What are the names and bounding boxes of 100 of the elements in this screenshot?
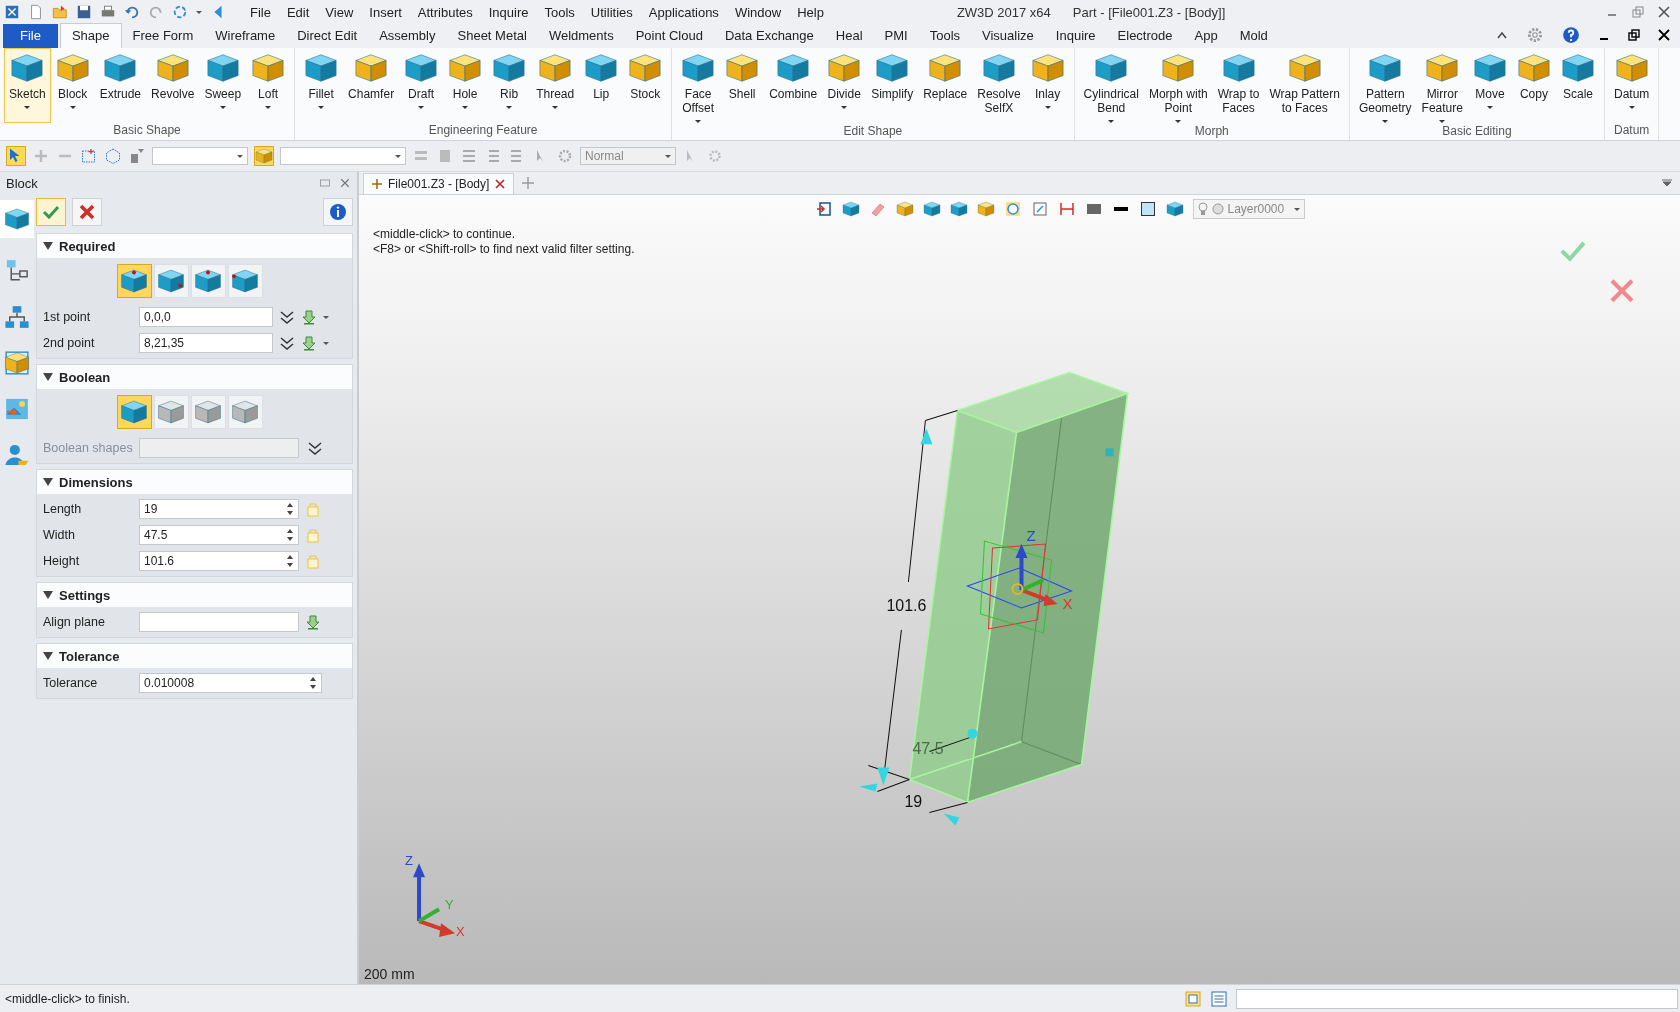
ribbon-button[interactable]: Pattern Geometry [1353,48,1417,124]
ribbon-button[interactable]: Wrap to Faces [1212,48,1265,124]
mode-option[interactable] [153,395,189,429]
mode-option[interactable] [190,395,226,429]
ribbon-tab[interactable]: PMI [873,24,919,48]
ribbon-button[interactable]: Resolve SelfX [972,48,1026,124]
spinner-icon[interactable] [286,502,294,516]
ribbon-button[interactable]: Wrap Pattern to Faces [1264,48,1345,124]
ribbon-tab[interactable]: Wireframe [204,24,287,48]
new-tab-icon[interactable] [522,177,535,189]
app-logo-icon[interactable] [4,4,20,20]
ribbon-button[interactable]: Mirror Feature [1416,48,1468,124]
ribbon-tab[interactable]: Sheet Metal [446,24,538,48]
new-file-icon[interactable] [28,4,44,20]
ribbon-button[interactable]: Extrude [94,48,147,123]
menu-item[interactable]: View [317,4,362,20]
number-input[interactable]: 0.010008 [139,673,322,693]
ribbon-button[interactable]: Inlay [1025,48,1070,124]
ribbon-button[interactable]: Datum [1608,48,1655,123]
caret-icon[interactable] [196,10,202,14]
double-chevron-icon[interactable] [279,335,295,351]
ribbon-button[interactable]: Face Offset [676,48,721,124]
view-cube-icon[interactable] [841,200,860,218]
menu-item[interactable]: Insert [361,4,410,20]
point-input[interactable]: 8,21,35 [139,333,273,353]
section-header[interactable]: Dimensions [37,470,352,494]
layout-icon[interactable] [1184,989,1202,1008]
ribbon-button[interactable]: Stock [623,48,668,123]
ribbon-button[interactable]: Lip [579,48,624,123]
spinner-icon[interactable] [309,676,317,690]
ribbon-tab[interactable]: Heal [824,24,874,48]
section-header[interactable]: Settings [37,583,352,607]
ribbon-button[interactable]: Divide [822,48,867,124]
user-icon[interactable] [4,442,30,468]
fit-icon[interactable] [1030,200,1049,218]
ribbon-tab[interactable]: Visualize [971,24,1045,48]
menu-item[interactable]: Inquire [480,4,537,20]
ribbon-button[interactable]: Copy [1511,48,1556,124]
select-input[interactable] [139,438,299,458]
collapse-icon[interactable] [1496,29,1508,41]
redo-icon[interactable] [148,4,164,20]
ribbon-tab[interactable]: Electrode [1106,24,1184,48]
ribbon-button[interactable]: Shell [720,48,765,124]
section-icon[interactable] [1057,200,1076,218]
exit-icon[interactable] [814,200,833,218]
ribbon-button[interactable]: Scale [1555,48,1600,124]
ribbon-button[interactable]: Thread [531,48,580,123]
select-pointer-icon[interactable] [6,146,26,166]
undo-icon[interactable] [124,4,140,20]
list-view-icon[interactable] [1210,989,1228,1008]
pick-face-icon[interactable] [254,146,274,166]
pick-point-icon[interactable] [301,309,317,325]
menu-item[interactable]: Applications [640,4,727,20]
menu-item[interactable]: File [242,4,279,20]
restore-icon[interactable] [1628,29,1640,41]
settings-icon[interactable] [1526,26,1544,44]
image-icon[interactable] [4,396,30,422]
close-icon[interactable] [1658,29,1670,41]
ribbon-tab[interactable]: Point Cloud [624,24,714,48]
menu-item[interactable]: Edit [278,4,318,20]
ok-button[interactable] [36,198,66,226]
cube-icon[interactable] [895,200,914,218]
ribbon-button[interactable]: Fillet [299,48,344,123]
cube-icon[interactable] [949,200,968,218]
check-icon[interactable] [1560,241,1586,262]
ribbon-tab[interactable]: Data Exchange [713,24,825,48]
ribbon-button[interactable]: Loft [246,48,291,123]
ribbon-tab[interactable]: App [1183,24,1229,48]
ribbon-button[interactable]: Revolve [146,48,200,123]
mode-option[interactable] [153,264,189,298]
cancel-button[interactable] [72,198,102,226]
hierarchy-icon[interactable] [4,304,30,330]
info-button[interactable] [323,198,353,226]
mode-option[interactable] [116,395,152,429]
double-chevron-icon[interactable] [279,309,295,325]
polygon-select-icon[interactable] [104,147,122,165]
ribbon-button[interactable]: Move [1467,48,1512,124]
ribbon-button[interactable]: Cylindrical Bend [1078,48,1144,124]
tab-menu-icon[interactable] [1662,179,1672,187]
ribbon-tab[interactable]: Shape [59,23,122,48]
close-icon[interactable] [1658,6,1670,18]
ribbon-button[interactable]: Simplify [866,48,919,124]
ribbon-tab[interactable]: Weldments [537,24,625,48]
spinner-icon[interactable] [286,554,294,568]
refresh-icon[interactable] [172,4,188,20]
pick-point-icon[interactable] [301,335,317,351]
ribbon-tab[interactable]: Assembly [368,24,447,48]
ribbon-tab[interactable]: Tools [918,24,972,48]
ribbon-tab[interactable]: Inquire [1044,24,1107,48]
section-header[interactable]: Boolean [37,365,352,389]
section-header[interactable]: Required [37,234,352,258]
plane-input[interactable] [139,612,299,632]
mode-option[interactable] [116,264,152,298]
ribbon-tab[interactable]: Direct Edit [286,24,369,48]
menu-item[interactable]: Help [789,4,832,20]
menu-item[interactable]: Utilities [582,4,641,20]
menu-item[interactable]: Attributes [409,4,481,20]
spinner-icon[interactable] [286,528,294,542]
layer-cube-icon[interactable] [1165,200,1184,218]
menu-item[interactable]: Tools [536,4,583,20]
